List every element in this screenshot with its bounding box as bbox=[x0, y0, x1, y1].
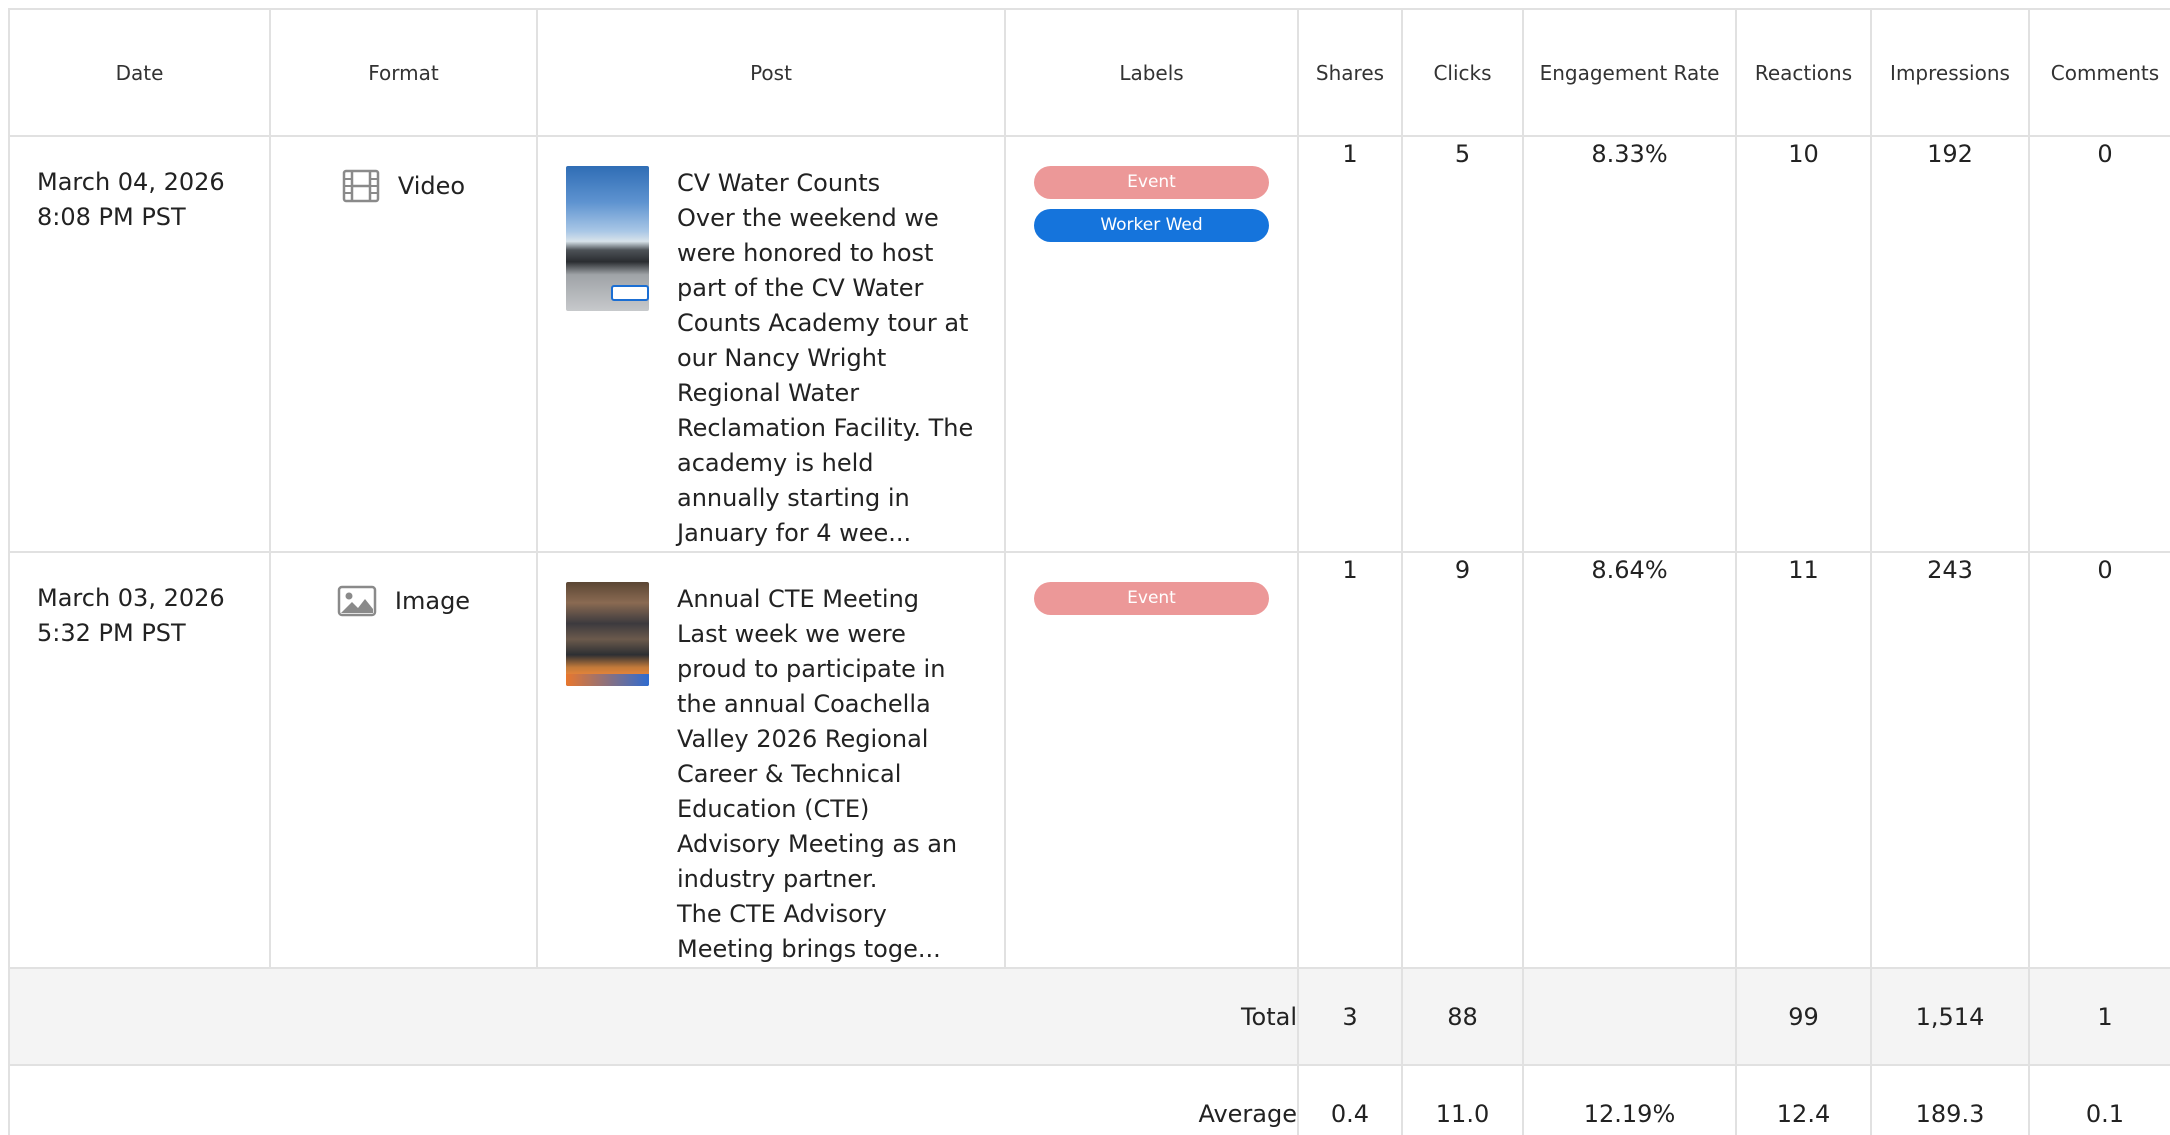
engagement-rate-value: 8.64% bbox=[1522, 551, 1737, 969]
label-pill-worker-wed[interactable]: Worker Wed bbox=[1034, 209, 1269, 242]
column-header-format[interactable]: Format bbox=[269, 8, 538, 137]
total-impressions: 1,514 bbox=[1870, 967, 2030, 1066]
average-engagement-rate: 12.19% bbox=[1522, 1064, 1737, 1135]
impressions-value: 192 bbox=[1870, 135, 2030, 553]
label-pill-event[interactable]: Event bbox=[1034, 582, 1269, 615]
column-header-shares[interactable]: Shares bbox=[1297, 8, 1403, 137]
total-engagement-rate bbox=[1522, 967, 1737, 1066]
post-cell: CV Water Counts Over the weekend we were… bbox=[536, 135, 1006, 553]
format-label: Video bbox=[397, 172, 466, 200]
column-header-impressions[interactable]: Impressions bbox=[1870, 8, 2030, 137]
average-clicks: 11.0 bbox=[1401, 1064, 1524, 1135]
column-header-labels[interactable]: Labels bbox=[1004, 8, 1299, 137]
engagement-rate-value: 8.33% bbox=[1522, 135, 1737, 553]
total-reactions: 99 bbox=[1735, 967, 1872, 1066]
total-label: Total bbox=[8, 967, 1299, 1066]
film-icon bbox=[342, 169, 380, 203]
table-row: March 03, 2026 5:32 PM PST Image Annual … bbox=[8, 551, 2170, 969]
post-date: March 04, 2026 bbox=[37, 168, 225, 196]
post-performance-table: Date Format Post Labels Shares Clicks En… bbox=[8, 8, 2170, 1135]
average-label: Average bbox=[8, 1064, 1299, 1135]
post-cell: Annual CTE Meeting Last week we were pro… bbox=[536, 551, 1006, 969]
column-header-post[interactable]: Post bbox=[536, 8, 1006, 137]
reactions-value: 10 bbox=[1735, 135, 1872, 553]
column-header-date[interactable]: Date bbox=[8, 8, 271, 137]
format-cell: Video bbox=[269, 135, 538, 553]
labels-cell: Event Worker Wed bbox=[1004, 135, 1299, 553]
post-thumbnail[interactable] bbox=[566, 166, 649, 311]
post-time: 5:32 PM PST bbox=[37, 619, 186, 647]
comments-value: 0 bbox=[2028, 135, 2170, 553]
comments-value: 0 bbox=[2028, 551, 2170, 969]
format-cell: Image bbox=[269, 551, 538, 969]
impressions-value: 243 bbox=[1870, 551, 2030, 969]
labels-cell: Event bbox=[1004, 551, 1299, 969]
shares-value: 1 bbox=[1297, 135, 1403, 553]
post-date: March 03, 2026 bbox=[37, 584, 225, 612]
column-header-clicks[interactable]: Clicks bbox=[1401, 8, 1524, 137]
post-text[interactable]: Annual CTE Meeting Last week we were pro… bbox=[677, 582, 977, 967]
label-pill-event[interactable]: Event bbox=[1034, 166, 1269, 199]
clicks-value: 9 bbox=[1401, 551, 1524, 969]
average-shares: 0.4 bbox=[1297, 1064, 1403, 1135]
total-comments: 1 bbox=[2028, 967, 2170, 1066]
report-viewport: Date Format Post Labels Shares Clicks En… bbox=[0, 0, 2170, 1135]
average-reactions: 12.4 bbox=[1735, 1064, 1872, 1135]
header-row: Date Format Post Labels Shares Clicks En… bbox=[8, 8, 2170, 137]
column-header-comments[interactable]: Comments bbox=[2028, 8, 2170, 137]
post-time: 8:08 PM PST bbox=[37, 203, 186, 231]
column-header-engagement-rate[interactable]: Engagement Rate bbox=[1522, 8, 1737, 137]
date-cell: March 04, 2026 8:08 PM PST bbox=[8, 135, 271, 553]
format-label: Image bbox=[394, 587, 471, 615]
table-row: March 04, 2026 8:08 PM PST Video CV Wate… bbox=[8, 135, 2170, 553]
image-icon bbox=[337, 585, 377, 617]
total-shares: 3 bbox=[1297, 967, 1403, 1066]
post-text[interactable]: CV Water Counts Over the weekend we were… bbox=[677, 166, 977, 551]
average-impressions: 189.3 bbox=[1870, 1064, 2030, 1135]
shares-value: 1 bbox=[1297, 551, 1403, 969]
average-comments: 0.1 bbox=[2028, 1064, 2170, 1135]
date-cell: March 03, 2026 5:32 PM PST bbox=[8, 551, 271, 969]
total-clicks: 88 bbox=[1401, 967, 1524, 1066]
reactions-value: 11 bbox=[1735, 551, 1872, 969]
column-header-reactions[interactable]: Reactions bbox=[1735, 8, 1872, 137]
clicks-value: 5 bbox=[1401, 135, 1524, 553]
average-row: Average 0.4 11.0 12.19% 12.4 189.3 0.1 bbox=[8, 1064, 2170, 1135]
total-row: Total 3 88 99 1,514 1 bbox=[8, 967, 2170, 1066]
post-thumbnail[interactable] bbox=[566, 582, 649, 686]
